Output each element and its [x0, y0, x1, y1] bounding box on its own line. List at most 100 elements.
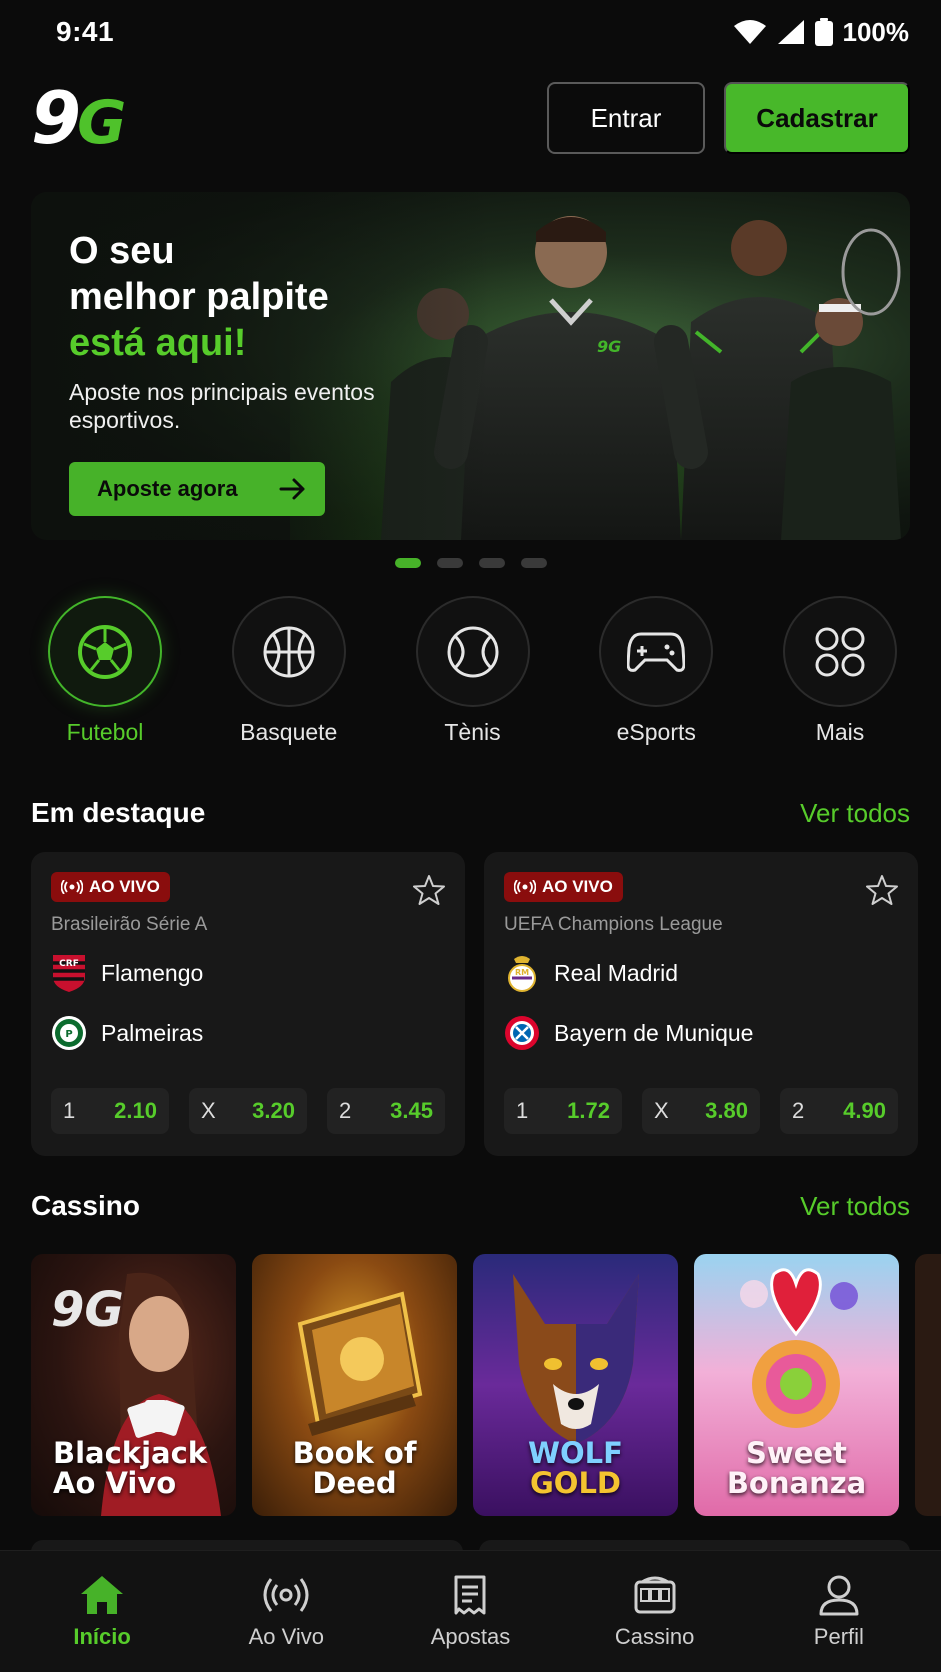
odd-value: 1.72: [567, 1098, 610, 1123]
sport-label: Mais: [815, 719, 865, 745]
palmeiras-crest-icon: P: [52, 1016, 86, 1050]
away-team: P Palmeiras: [51, 1010, 445, 1056]
register-button[interactable]: Cadastrar: [724, 82, 910, 154]
casino-header: Cassino Ver todos: [31, 1190, 910, 1222]
sport-label: Futebol: [66, 719, 144, 745]
game-title-line1: Blackjack: [53, 1436, 208, 1470]
nav-casino[interactable]: Cassino: [575, 1574, 735, 1650]
away-team-name: Palmeiras: [101, 1019, 204, 1046]
favorite-star-icon[interactable]: [413, 874, 445, 906]
casino-games-row: 9G Blackjack Ao Vivo Book of Deed WOLF GOLD: [31, 1254, 941, 1516]
nav-bets[interactable]: Apostas: [390, 1574, 550, 1650]
nav-label: Cassino: [614, 1623, 695, 1649]
arrow-right-icon: [279, 478, 305, 500]
home-icon: [81, 1575, 124, 1614]
brand-logo[interactable]: 9G: [31, 82, 126, 158]
league-name: UEFA Champions League: [504, 914, 723, 935]
match-card[interactable]: AO VIVO Brasileirão Série A CRF Flamengo…: [31, 852, 465, 1156]
sport-icon-wrap: [783, 596, 897, 707]
game-tile-wolf-gold[interactable]: WOLF GOLD: [473, 1254, 678, 1516]
home-team-name: Flamengo: [101, 959, 204, 986]
odd-home-button[interactable]: 1 2.10: [51, 1088, 169, 1134]
featured-see-all-link[interactable]: Ver todos: [800, 798, 910, 829]
odd-label: 2: [339, 1098, 352, 1123]
featured-header: Em destaque Ver todos: [31, 797, 910, 829]
nav-label: Perfil: [813, 1623, 864, 1649]
bet-now-label: Aposte agora: [97, 476, 238, 501]
banner-title-line2: melhor palpite: [69, 276, 329, 318]
home-team: RM Real Madrid: [504, 950, 898, 996]
away-team: Bayern de Munique: [504, 1010, 898, 1056]
logo-accent: G: [77, 88, 126, 158]
sport-tenis[interactable]: Tènis: [414, 596, 532, 746]
odd-value: 4.90: [843, 1098, 886, 1123]
nav-home[interactable]: Início: [22, 1574, 182, 1650]
league-name: Brasileirão Série A: [51, 914, 208, 935]
live-badge-label: AO VIVO: [89, 877, 160, 896]
banner-subtitle: Aposte nos principais eventos esportivos…: [69, 379, 375, 433]
game-title-line2: Bonanza: [726, 1466, 867, 1500]
odds-row: 1 1.72 X 3.80 2 4.90: [504, 1088, 898, 1134]
banner-title-highlight: está aqui!: [69, 322, 247, 364]
casino-title: Cassino: [31, 1190, 140, 1221]
live-badge: AO VIVO: [51, 872, 170, 902]
game-tile-book-of-deed[interactable]: Book of Deed: [252, 1254, 457, 1516]
live-badge: AO VIVO: [504, 872, 623, 902]
favorite-star-icon[interactable]: [866, 874, 898, 906]
carousel-dot[interactable]: [520, 558, 547, 568]
nav-label: Início: [73, 1623, 131, 1649]
odds-row: 1 2.10 X 3.20 2 3.45: [51, 1088, 445, 1134]
status-indicators: 100%: [733, 16, 910, 48]
nav-profile[interactable]: Perfil: [759, 1574, 919, 1650]
sport-futebol[interactable]: Futebol: [46, 596, 164, 746]
odd-value: 3.20: [252, 1098, 295, 1123]
odd-draw-button[interactable]: X 3.80: [642, 1088, 760, 1134]
carousel-dot[interactable]: [436, 558, 463, 568]
carousel-dot[interactable]: [478, 558, 505, 568]
auth-buttons: Entrar Cadastrar: [547, 82, 910, 154]
carousel-indicators: [0, 558, 941, 568]
home-team-name: Real Madrid: [554, 959, 678, 986]
odd-label: X: [201, 1098, 216, 1123]
real-madrid-crest-icon: RM: [508, 956, 536, 992]
odd-away-button[interactable]: 2 4.90: [780, 1088, 898, 1134]
game-tile-partial[interactable]: [915, 1254, 941, 1516]
casino-see-all-link[interactable]: Ver todos: [800, 1191, 910, 1222]
login-button[interactable]: Entrar: [547, 82, 705, 154]
odd-value: 3.45: [390, 1098, 433, 1123]
signal-icon: [777, 20, 804, 44]
odd-label: 1: [63, 1098, 76, 1123]
live-broadcast-icon: [514, 880, 536, 894]
blackjack-logo: 9G: [51, 1282, 124, 1338]
game-tile-sweet-bonanza[interactable]: Sweet Bonanza: [694, 1254, 899, 1516]
basketball-icon: [263, 626, 315, 677]
game-title-line2: Deed: [312, 1466, 397, 1500]
live-broadcast-icon: [61, 880, 83, 894]
odd-home-button[interactable]: 1 1.72: [504, 1088, 622, 1134]
sport-icon-wrap: [48, 596, 162, 707]
banner-title-line1: O seu: [69, 230, 175, 272]
bayern-crest-icon: [505, 1016, 539, 1050]
carousel-dot[interactable]: [394, 558, 421, 568]
sport-icon-wrap: [231, 596, 346, 707]
nav-live[interactable]: Ao Vivo: [206, 1574, 366, 1650]
svg-text:CRF: CRF: [59, 959, 79, 969]
nav-label: Apostas: [430, 1623, 511, 1649]
promo-banner[interactable]: 9G O seu melhor palpite está aqui! Apost…: [31, 192, 910, 540]
svg-text:9G: 9G: [597, 337, 621, 356]
odd-label: X: [654, 1098, 669, 1123]
bet-now-button[interactable]: Aposte agora: [69, 462, 325, 516]
sport-basquete[interactable]: Basquete: [230, 596, 348, 746]
match-card[interactable]: AO VIVO UEFA Champions League RM Real Ma…: [484, 852, 918, 1156]
odd-label: 1: [516, 1098, 529, 1123]
home-team: CRF Flamengo: [51, 950, 445, 996]
odd-away-button[interactable]: 2 3.45: [327, 1088, 445, 1134]
battery-level: 100%: [842, 16, 910, 47]
bottom-navigation: Início Ao Vivo Apostas Cassino Perfil: [0, 1550, 941, 1672]
odd-draw-button[interactable]: X 3.20: [189, 1088, 307, 1134]
live-broadcast-icon: [263, 1577, 309, 1612]
sport-mais[interactable]: Mais: [781, 596, 899, 746]
game-tile-blackjack[interactable]: 9G Blackjack Ao Vivo: [31, 1254, 236, 1516]
game-title-line2: Ao Vivo: [53, 1466, 177, 1500]
sport-esports[interactable]: eSports: [597, 596, 715, 746]
